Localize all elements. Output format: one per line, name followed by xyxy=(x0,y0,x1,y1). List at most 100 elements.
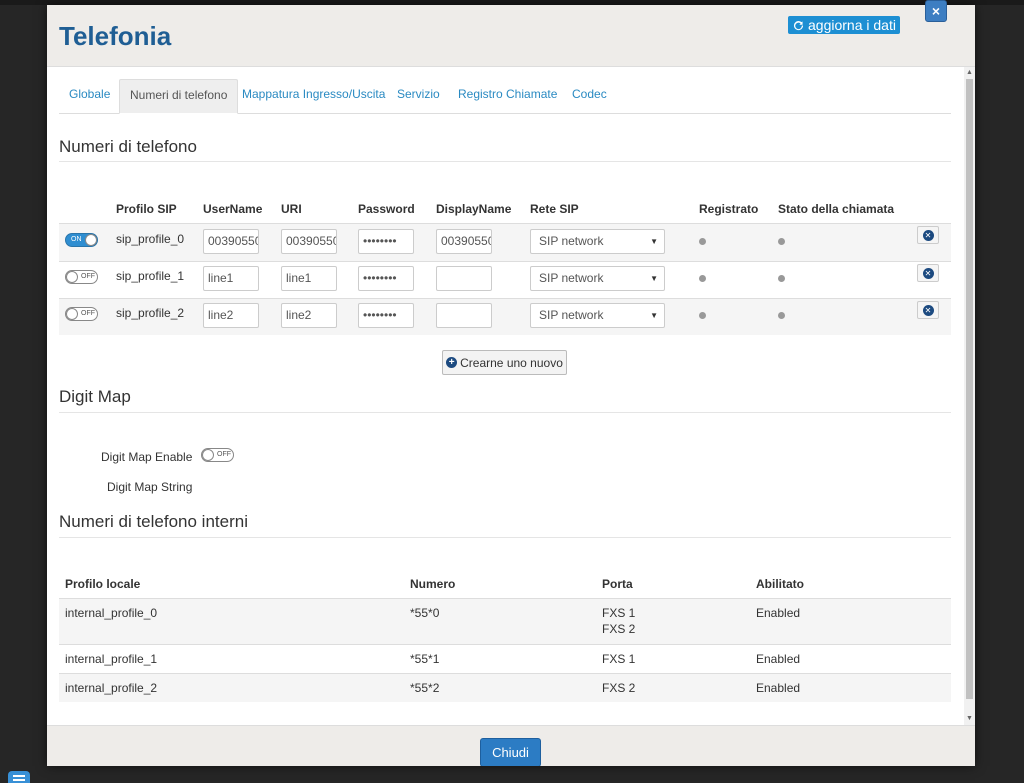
rete-sip-select[interactable]: SIP network ▼ xyxy=(530,266,665,291)
internal-enabled: Enabled xyxy=(756,652,801,666)
registered-status-dot xyxy=(699,275,706,282)
digit-map-enable-label: Digit Map Enable xyxy=(101,450,193,464)
password-input[interactable]: •••••••• xyxy=(358,303,414,328)
telefonia-modal: Telefonia aggiorna i dati Globale Numeri… xyxy=(47,5,975,766)
section-divider xyxy=(59,412,951,413)
internal-port: FXS 2 xyxy=(602,681,636,695)
col-header-porta: Porta xyxy=(602,577,633,591)
select-value: SIP network xyxy=(539,271,604,285)
tab-globale[interactable]: Globale xyxy=(59,79,120,114)
sip-profile-name: sip_profile_2 xyxy=(116,306,185,320)
refresh-data-button[interactable]: aggiorna i dati xyxy=(788,16,900,34)
call-state-dot xyxy=(778,312,785,319)
table-row-bg xyxy=(59,224,951,261)
table-row-bg xyxy=(59,674,951,702)
tab-servizio[interactable]: Servizio xyxy=(387,79,450,114)
digit-map-enable-toggle[interactable]: OFF xyxy=(201,448,234,462)
toggle-state-label: ON xyxy=(71,236,82,243)
select-value: SIP network xyxy=(539,234,604,248)
tab-codec[interactable]: Codec xyxy=(562,79,617,114)
internal-port: FXS 2 xyxy=(602,622,636,636)
section-title-numeri: Numeri di telefono xyxy=(59,137,197,156)
uri-input[interactable]: line1 xyxy=(281,266,337,291)
modal-title: Telefonia xyxy=(59,21,172,51)
table-divider xyxy=(59,261,951,262)
internal-profile-name: internal_profile_2 xyxy=(65,681,158,695)
delete-profile-button[interactable]: ✕ xyxy=(917,226,939,244)
refresh-label: aggiorna i dati xyxy=(808,17,896,33)
sip-profile-2-toggle[interactable]: OFF xyxy=(65,307,98,321)
create-new-profile-button[interactable]: + Crearne uno nuovo xyxy=(442,350,567,375)
dropdown-arrow-icon: ▼ xyxy=(650,311,658,320)
uri-input[interactable]: 00390550 xyxy=(281,229,337,254)
chat-icon-line xyxy=(13,779,25,781)
internal-port: FXS 1 xyxy=(602,652,636,666)
sip-profile-0-toggle[interactable]: ON xyxy=(65,233,98,247)
vertical-scrollbar[interactable]: ▲ ▼ xyxy=(964,67,975,725)
tab-numeri-di-telefono[interactable]: Numeri di telefono xyxy=(119,79,239,114)
displayname-input[interactable] xyxy=(436,266,492,291)
plus-circle-icon: + xyxy=(446,357,458,368)
displayname-input[interactable] xyxy=(436,303,492,328)
toggle-knob xyxy=(66,308,78,320)
tab-bar: Globale Numeri di telefono Mappatura Ing… xyxy=(59,79,951,114)
section-divider xyxy=(59,537,951,538)
col-header-displayname: DisplayName xyxy=(436,202,512,216)
remove-icon: ✕ xyxy=(922,229,934,241)
col-header-username: UserName xyxy=(203,202,263,216)
remove-icon: ✕ xyxy=(922,267,934,279)
internal-number: *55*0 xyxy=(410,606,440,620)
select-value: SIP network xyxy=(539,308,604,322)
create-label: Crearne uno nuovo xyxy=(460,355,563,370)
col-header-uri: URI xyxy=(281,202,302,216)
internal-profile-name: internal_profile_1 xyxy=(65,652,158,666)
toggle-state-label: OFF xyxy=(81,273,95,280)
tab-registro-chiamate[interactable]: Registro Chiamate xyxy=(448,79,567,114)
col-header-abilitato: Abilitato xyxy=(756,577,804,591)
close-modal-button[interactable]: Chiudi xyxy=(480,738,541,766)
scroll-down-arrow-icon[interactable]: ▼ xyxy=(966,715,973,722)
rete-sip-select[interactable]: SIP network ▼ xyxy=(530,229,665,254)
displayname-input[interactable]: 00390550 xyxy=(436,229,492,254)
password-input[interactable]: •••••••• xyxy=(358,229,414,254)
username-input[interactable]: 00390550 xyxy=(203,229,259,254)
section-divider xyxy=(59,161,951,162)
scrollbar-thumb[interactable] xyxy=(966,79,973,699)
toggle-knob xyxy=(66,271,78,283)
username-input[interactable]: line1 xyxy=(203,266,259,291)
table-row-bg xyxy=(59,299,951,335)
digit-map-string-label: Digit Map String xyxy=(107,480,193,494)
uri-input[interactable]: line2 xyxy=(281,303,337,328)
toggle-knob xyxy=(202,449,214,461)
internal-enabled: Enabled xyxy=(756,606,801,620)
sip-profile-name: sip_profile_0 xyxy=(116,232,185,246)
section-title-interni: Numeri di telefono interni xyxy=(59,512,248,531)
scroll-up-arrow-icon[interactable]: ▲ xyxy=(966,69,973,76)
section-title-digit-map: Digit Map xyxy=(59,387,131,406)
internal-profile-name: internal_profile_0 xyxy=(65,606,158,620)
col-header-registrato: Registrato xyxy=(699,202,759,216)
modal-header: Telefonia aggiorna i dati xyxy=(47,5,975,67)
sip-profile-1-toggle[interactable]: OFF xyxy=(65,270,98,284)
username-input[interactable]: line2 xyxy=(203,303,259,328)
col-header-profilo-locale: Profilo locale xyxy=(65,577,141,591)
chat-icon[interactable] xyxy=(8,771,30,783)
password-input[interactable]: •••••••• xyxy=(358,266,414,291)
rete-sip-select[interactable]: SIP network ▼ xyxy=(530,303,665,328)
delete-profile-button[interactable]: ✕ xyxy=(917,264,939,282)
toggle-state-label: OFF xyxy=(81,310,95,317)
dropdown-arrow-icon: ▼ xyxy=(650,274,658,283)
col-header-password: Password xyxy=(358,202,415,216)
call-state-dot xyxy=(778,275,785,282)
registered-status-dot xyxy=(699,238,706,245)
delete-profile-button[interactable]: ✕ xyxy=(917,301,939,319)
remove-icon: ✕ xyxy=(922,304,934,316)
toggle-knob xyxy=(85,234,97,246)
refresh-icon xyxy=(793,20,804,30)
tab-mappatura[interactable]: Mappatura Ingresso/Uscita xyxy=(232,79,395,114)
table-row-bg xyxy=(59,599,951,644)
col-header-stato-chiamata: Stato della chiamata xyxy=(778,202,895,216)
close-icon[interactable]: × xyxy=(925,0,947,22)
modal-footer: Chiudi xyxy=(47,725,975,766)
internal-enabled: Enabled xyxy=(756,681,801,695)
